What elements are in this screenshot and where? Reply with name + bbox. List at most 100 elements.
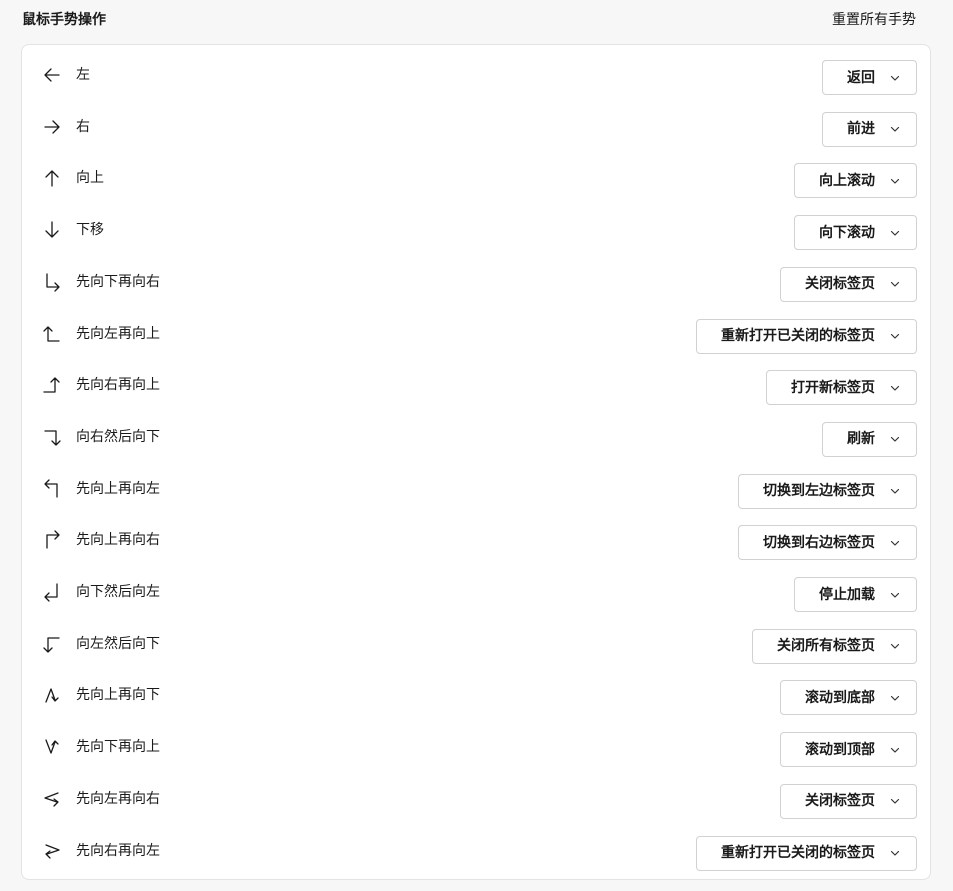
gesture-label: 向右然后向下	[76, 428, 160, 445]
gesture-row: 先向上再向左 切换到左边标签页	[22, 462, 932, 514]
gesture-label: 向下然后向左	[76, 584, 160, 600]
gesture-action-value: 关闭标签页	[805, 793, 875, 810]
left-then-right-icon	[41, 788, 63, 810]
gesture-label: 向上	[76, 170, 104, 187]
gesture-action-dropdown[interactable]: 刷新	[822, 421, 917, 457]
gesture-action-value: 重新打开已关闭的标签页	[721, 328, 875, 344]
gesture-label: 先向下再向上	[76, 739, 160, 756]
gesture-row: 先向左再向右 关闭标签页	[22, 772, 932, 824]
gesture-action-value: 停止加载	[819, 586, 875, 603]
gesture-row: 先向上再向右 切换到右边标签页	[22, 513, 932, 565]
gesture-action-dropdown[interactable]: 向上滚动	[794, 163, 917, 199]
gesture-label: 先向上再向下	[76, 687, 160, 704]
gesture-action-dropdown[interactable]: 滚动到顶部	[780, 732, 917, 768]
arrow-right-icon	[41, 116, 63, 138]
chevron-down-icon	[875, 433, 901, 445]
down-then-left-icon	[41, 581, 63, 603]
gesture-action-dropdown[interactable]: 重新打开已关闭的标签页	[696, 835, 917, 871]
chevron-down-icon	[875, 847, 901, 859]
gesture-row: 右 前进	[22, 100, 932, 152]
gesture-label: 先向上再向左	[76, 480, 160, 497]
gesture-label: 先向下再向右	[76, 273, 160, 290]
down-then-right-icon	[41, 271, 63, 293]
gesture-action-value: 返回	[847, 69, 875, 86]
chevron-down-icon	[875, 795, 901, 807]
gesture-action-dropdown[interactable]: 切换到左边标签页	[738, 473, 917, 509]
gesture-label: 先向上再向右	[76, 532, 160, 549]
gesture-label: 下移	[76, 222, 104, 239]
gesture-row: 先向上再向下 滚动到底部	[22, 668, 932, 720]
section-title: 鼠标手势操作	[22, 12, 106, 28]
up-then-right-icon	[41, 529, 63, 551]
gesture-action-value: 向上滚动	[819, 172, 875, 189]
gesture-action-dropdown[interactable]: 关闭标签页	[780, 266, 917, 302]
gesture-label: 先向右再向上	[76, 377, 160, 394]
gesture-row: 先向右再向左 重新打开已关闭的标签页	[22, 824, 932, 876]
chevron-down-icon	[875, 589, 901, 601]
arrow-down-icon	[41, 219, 63, 241]
gesture-label: 向左然后向下	[76, 635, 160, 652]
down-then-up-icon	[41, 736, 63, 758]
chevron-down-icon	[875, 227, 901, 239]
chevron-down-icon	[875, 175, 901, 187]
gesture-row: 左 返回	[22, 48, 932, 100]
gesture-action-value: 刷新	[847, 431, 875, 448]
right-then-up-icon	[41, 374, 63, 396]
right-then-down-icon	[41, 426, 63, 448]
arrow-left-icon	[41, 64, 63, 86]
chevron-down-icon	[875, 72, 901, 84]
gesture-label: 先向右再向左	[76, 842, 160, 859]
gesture-action-dropdown[interactable]: 前进	[822, 111, 917, 147]
gesture-action-value: 前进	[847, 121, 875, 138]
gesture-action-value: 重新打开已关闭的标签页	[721, 845, 875, 861]
right-then-left-icon	[41, 840, 63, 862]
gesture-row: 先向右再向上 打开新标签页	[22, 358, 932, 410]
gesture-label: 先向左再向上	[76, 325, 160, 342]
chevron-down-icon	[875, 123, 901, 135]
gesture-action-dropdown[interactable]: 关闭标签页	[780, 783, 917, 819]
gesture-action-dropdown[interactable]: 停止加载	[794, 577, 917, 612]
up-then-down-icon	[41, 684, 63, 706]
chevron-down-icon	[875, 330, 901, 342]
gesture-row: 向左然后向下 关闭所有标签页	[22, 617, 932, 669]
gesture-row: 向下然后向左 停止加载	[22, 565, 932, 617]
reset-all-gestures-button[interactable]: 重置所有手势	[832, 10, 916, 30]
chevron-down-icon	[875, 485, 901, 497]
gesture-action-value: 向下滚动	[819, 224, 875, 241]
section-header: 鼠标手势操作 重置所有手势	[22, 10, 916, 30]
gesture-action-dropdown[interactable]: 向下滚动	[794, 215, 917, 251]
gesture-action-dropdown[interactable]: 切换到右边标签页	[738, 525, 917, 561]
chevron-down-icon	[875, 382, 901, 394]
gesture-action-value: 打开新标签页	[791, 379, 875, 396]
gesture-label: 右	[76, 118, 90, 135]
left-then-down-icon	[41, 633, 63, 655]
gesture-label: 左	[76, 67, 90, 83]
arrow-up-icon	[41, 167, 63, 189]
chevron-down-icon	[875, 537, 901, 549]
gesture-action-value: 切换到左边标签页	[763, 483, 875, 500]
left-then-up-icon	[41, 323, 63, 345]
gesture-action-value: 关闭所有标签页	[777, 638, 875, 655]
gesture-action-dropdown[interactable]: 滚动到底部	[780, 680, 917, 716]
gesture-row: 先向左再向上 重新打开已关闭的标签页	[22, 307, 932, 359]
gesture-action-value: 关闭标签页	[805, 276, 875, 293]
gesture-action-value: 滚动到底部	[805, 689, 875, 706]
gesture-action-dropdown[interactable]: 返回	[822, 60, 917, 95]
gesture-row: 先向下再向右 关闭标签页	[22, 255, 932, 307]
gesture-action-dropdown[interactable]: 关闭所有标签页	[752, 628, 917, 664]
chevron-down-icon	[875, 640, 901, 652]
gesture-action-dropdown[interactable]: 重新打开已关闭的标签页	[696, 318, 917, 354]
gesture-action-value: 滚动到顶部	[805, 741, 875, 758]
chevron-down-icon	[875, 692, 901, 704]
gesture-row: 向上 向上滚动	[22, 151, 932, 203]
gesture-row: 先向下再向上 滚动到顶部	[22, 720, 932, 772]
gesture-action-value: 切换到右边标签页	[763, 534, 875, 551]
gesture-action-dropdown[interactable]: 打开新标签页	[766, 370, 917, 406]
chevron-down-icon	[875, 744, 901, 756]
gesture-row: 向右然后向下 刷新	[22, 410, 932, 462]
gesture-row: 下移 向下滚动	[22, 203, 932, 255]
gesture-list-card: 左返回右前进 向上 向上滚动 下移 向下滚动 先向下再向右 关闭标签页 先向左再向上 重新打开已…	[21, 44, 931, 880]
up-then-left-icon	[41, 478, 63, 500]
gesture-label: 先向左再向右	[76, 790, 160, 807]
chevron-down-icon	[875, 278, 901, 290]
